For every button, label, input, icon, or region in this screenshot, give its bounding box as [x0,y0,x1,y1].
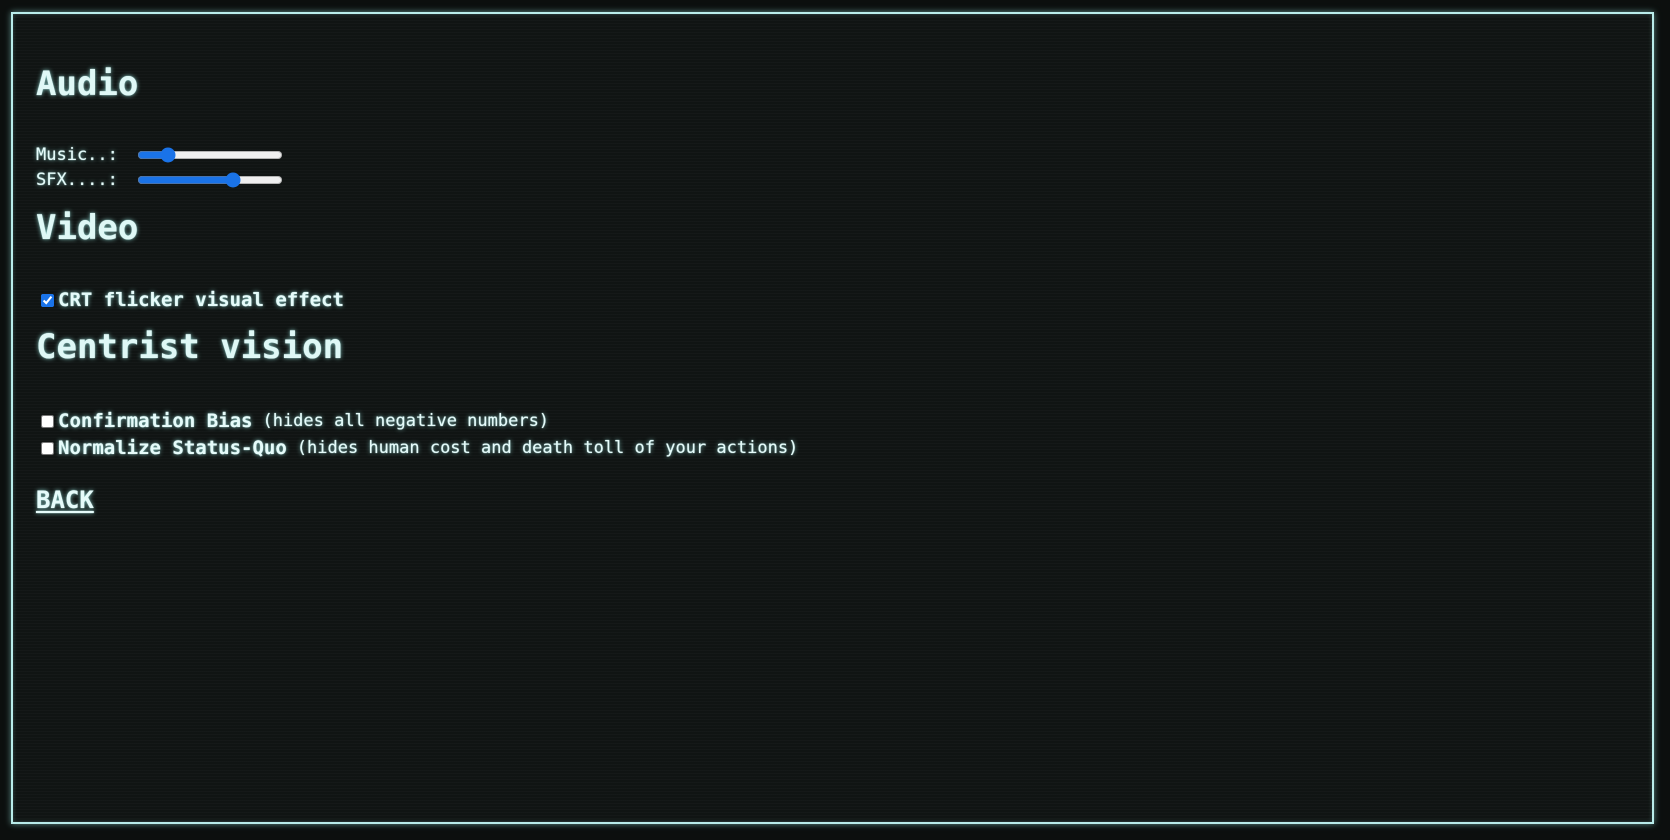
normalize-status-quo-label: Normalize Status-Quo [58,437,287,459]
crt-flicker-label: CRT flicker visual effect [58,289,344,311]
normalize-status-quo-checkbox[interactable] [41,441,54,455]
confirmation-bias-option[interactable]: Confirmation Bias (hides all negative nu… [36,410,549,432]
music-volume-slider[interactable] [137,147,283,163]
back-link[interactable]: BACK [36,486,94,514]
sfx-volume-row: SFX....: [36,170,283,190]
sfx-volume-label: SFX....: [36,170,118,190]
confirmation-bias-label: Confirmation Bias [58,410,253,432]
settings-screen: Audio Music..: SFX....: Video CRT flicke… [11,12,1654,824]
sfx-volume-slider[interactable] [137,172,283,188]
confirmation-bias-checkbox[interactable] [41,414,54,428]
music-volume-row: Music..: [36,145,283,165]
music-volume-label: Music..: [36,145,118,165]
centrist-vision-heading: Centrist vision [36,327,344,367]
audio-heading: Audio [36,64,139,104]
normalize-status-quo-option[interactable]: Normalize Status-Quo (hides human cost a… [36,437,798,459]
crt-flicker-option[interactable]: CRT flicker visual effect [36,289,344,311]
video-heading: Video [36,208,139,248]
crt-flicker-checkbox[interactable] [41,293,54,307]
confirmation-bias-description: (hides all negative numbers) [262,411,550,431]
normalize-status-quo-description: (hides human cost and death toll of your… [296,438,799,458]
